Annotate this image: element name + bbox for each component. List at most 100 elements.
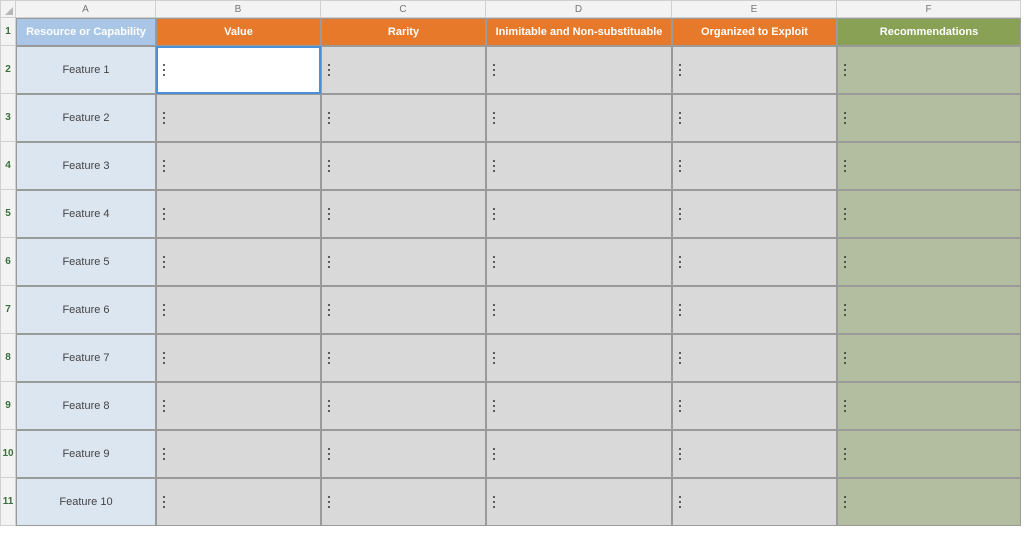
- header-inimitable[interactable]: Inimitable and Non-substituable: [486, 18, 672, 46]
- row-head-4[interactable]: 4: [0, 142, 16, 190]
- row-label[interactable]: Feature 5: [16, 238, 156, 286]
- col-head-E[interactable]: E: [672, 0, 837, 18]
- select-all-corner[interactable]: [0, 0, 16, 18]
- header-rarity[interactable]: Rarity: [321, 18, 486, 46]
- bullet-icon: [493, 304, 495, 306]
- cell-value[interactable]: [156, 382, 321, 430]
- bullet-icon: [493, 117, 495, 119]
- row-label[interactable]: Feature 8: [16, 382, 156, 430]
- cell-recommend[interactable]: [837, 94, 1021, 142]
- cell-value[interactable]: [156, 478, 321, 526]
- bullet-icon: [679, 400, 681, 402]
- cell-recommend[interactable]: [837, 190, 1021, 238]
- cell-rarity[interactable]: [321, 286, 486, 334]
- cell-rarity[interactable]: [321, 430, 486, 478]
- header-recommend[interactable]: Recommendations: [837, 18, 1021, 46]
- bullet-icon: [679, 309, 681, 311]
- row-label[interactable]: Feature 4: [16, 190, 156, 238]
- bullet-icon: [493, 506, 495, 508]
- bullet-icon: [163, 506, 165, 508]
- cell-rarity[interactable]: [321, 382, 486, 430]
- row-head-1[interactable]: 1: [0, 18, 16, 46]
- cell-inimitable[interactable]: [486, 382, 672, 430]
- bullet-icon: [493, 309, 495, 311]
- cell-value[interactable]: [156, 430, 321, 478]
- cell-inimitable[interactable]: [486, 142, 672, 190]
- cell-recommend[interactable]: [837, 142, 1021, 190]
- cell-organized[interactable]: [672, 238, 837, 286]
- cell-organized[interactable]: [672, 382, 837, 430]
- header-value[interactable]: Value: [156, 18, 321, 46]
- cell-rarity[interactable]: [321, 142, 486, 190]
- cell-organized[interactable]: [672, 286, 837, 334]
- cell-rarity[interactable]: [321, 238, 486, 286]
- row-head-3[interactable]: 3: [0, 94, 16, 142]
- cell-value[interactable]: [156, 46, 321, 94]
- cell-recommend[interactable]: [837, 46, 1021, 94]
- cell-rarity[interactable]: [321, 190, 486, 238]
- bullet-icon: [679, 266, 681, 268]
- cell-recommend[interactable]: [837, 478, 1021, 526]
- cell-rarity[interactable]: [321, 46, 486, 94]
- cell-recommend[interactable]: [837, 430, 1021, 478]
- bullet-icon: [844, 496, 846, 498]
- bullet-icon: [493, 256, 495, 258]
- cell-rarity[interactable]: [321, 478, 486, 526]
- cell-organized[interactable]: [672, 478, 837, 526]
- col-head-C[interactable]: C: [321, 0, 486, 18]
- cell-rarity[interactable]: [321, 334, 486, 382]
- cell-organized[interactable]: [672, 334, 837, 382]
- cell-inimitable[interactable]: [486, 46, 672, 94]
- cell-organized[interactable]: [672, 94, 837, 142]
- cell-organized[interactable]: [672, 46, 837, 94]
- cell-inimitable[interactable]: [486, 190, 672, 238]
- cell-value[interactable]: [156, 286, 321, 334]
- row-head-11[interactable]: 11: [0, 478, 16, 526]
- bullet-icon: [328, 400, 330, 402]
- header-resource[interactable]: Resource or Capability: [16, 18, 156, 46]
- row-label[interactable]: Feature 1: [16, 46, 156, 94]
- bullet-icon: [844, 165, 846, 167]
- bullet-icon: [679, 352, 681, 354]
- row-label[interactable]: Feature 10: [16, 478, 156, 526]
- row-label[interactable]: Feature 2: [16, 94, 156, 142]
- cell-value[interactable]: [156, 190, 321, 238]
- bullet-icon: [328, 309, 330, 311]
- header-organized[interactable]: Organized to Exploit: [672, 18, 837, 46]
- cell-recommend[interactable]: [837, 334, 1021, 382]
- row-label[interactable]: Feature 7: [16, 334, 156, 382]
- row-label[interactable]: Feature 9: [16, 430, 156, 478]
- row-label[interactable]: Feature 3: [16, 142, 156, 190]
- cell-organized[interactable]: [672, 190, 837, 238]
- cell-organized[interactable]: [672, 142, 837, 190]
- cell-inimitable[interactable]: [486, 238, 672, 286]
- row-head-6[interactable]: 6: [0, 238, 16, 286]
- row-head-7[interactable]: 7: [0, 286, 16, 334]
- row-label[interactable]: Feature 6: [16, 286, 156, 334]
- row-head-8[interactable]: 8: [0, 334, 16, 382]
- col-head-F[interactable]: F: [837, 0, 1021, 18]
- row-head-9[interactable]: 9: [0, 382, 16, 430]
- cell-rarity[interactable]: [321, 94, 486, 142]
- bullet-icon: [163, 165, 165, 167]
- cell-value[interactable]: [156, 334, 321, 382]
- cell-recommend[interactable]: [837, 238, 1021, 286]
- cell-recommend[interactable]: [837, 382, 1021, 430]
- col-head-D[interactable]: D: [486, 0, 672, 18]
- cell-inimitable[interactable]: [486, 286, 672, 334]
- cell-value[interactable]: [156, 142, 321, 190]
- cell-inimitable[interactable]: [486, 478, 672, 526]
- cell-value[interactable]: [156, 94, 321, 142]
- cell-inimitable[interactable]: [486, 94, 672, 142]
- row-head-10[interactable]: 10: [0, 430, 16, 478]
- col-head-B[interactable]: B: [156, 0, 321, 18]
- cell-organized[interactable]: [672, 430, 837, 478]
- cell-value[interactable]: [156, 238, 321, 286]
- row-head-2[interactable]: 2: [0, 46, 16, 94]
- cell-inimitable[interactable]: [486, 334, 672, 382]
- col-head-A[interactable]: A: [16, 0, 156, 18]
- row-head-5[interactable]: 5: [0, 190, 16, 238]
- cell-recommend[interactable]: [837, 286, 1021, 334]
- bullet-icon: [328, 64, 330, 66]
- cell-inimitable[interactable]: [486, 430, 672, 478]
